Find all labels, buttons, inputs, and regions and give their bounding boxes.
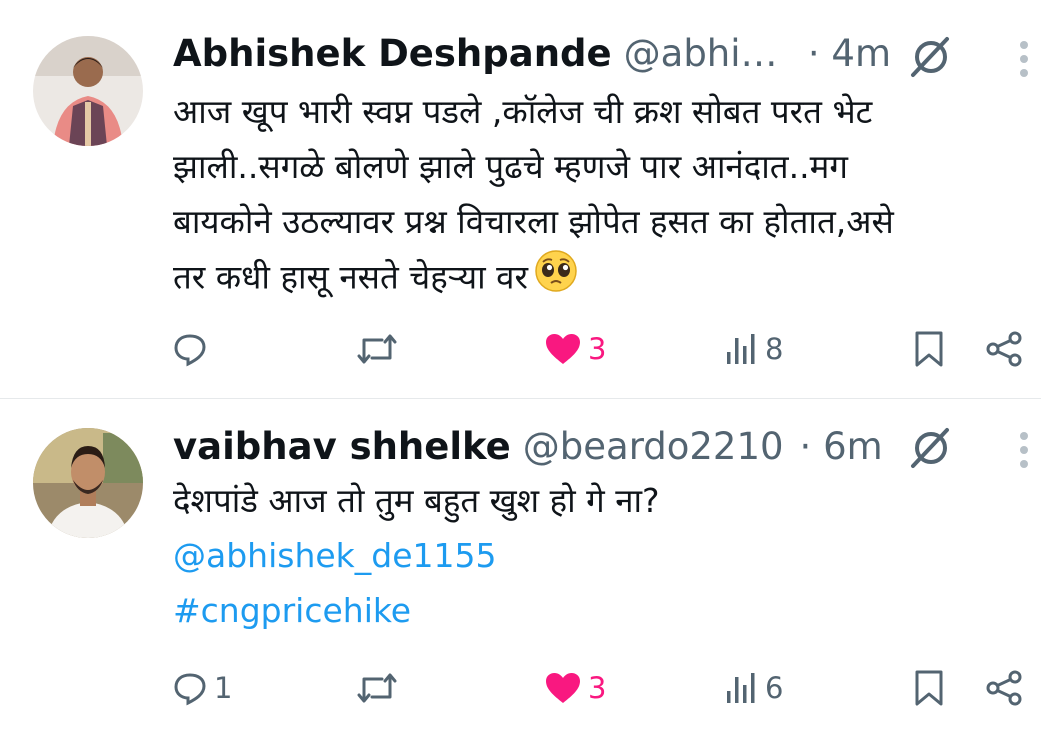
author-name[interactable]: vaibhav shhelke (173, 425, 511, 468)
bookmark-button[interactable] (911, 324, 947, 374)
view-count: 8 (765, 332, 784, 366)
retweet-icon (355, 670, 399, 706)
tweet[interactable]: vaibhav shhelke @beardo2210 · 6m देशपांड… (0, 399, 1041, 739)
tweet-text: आज खूप भारी स्वप्न पडले ,कॉलेज ची क्रश स… (173, 84, 1017, 309)
bookmark-icon (911, 669, 947, 707)
like-button[interactable]: 3 (544, 663, 606, 713)
author-handle[interactable]: @beardo2210 (523, 425, 784, 468)
views-button[interactable]: 6 (723, 663, 783, 713)
grok-icon[interactable] (907, 33, 955, 81)
views-button[interactable]: 8 (723, 324, 783, 374)
tweet-text-fragment: तर कधी हासू नसते चेहऱ्या वर (173, 257, 528, 297)
tweet-text-line: बायकोने उठल्यावर प्रश्न विचारला झोपेत हस… (173, 202, 894, 241)
author-name[interactable]: Abhishek Deshpande (173, 32, 612, 75)
grok-icon[interactable] (907, 424, 955, 472)
like-button[interactable]: 3 (544, 324, 606, 374)
hashtag-link[interactable]: #cngpricehike (173, 583, 1017, 638)
bookmark-button[interactable] (911, 663, 947, 713)
action-bar: 3 8 (0, 324, 1041, 374)
mention-link[interactable]: @abhishek_de1155 (173, 528, 1017, 583)
share-icon (985, 670, 1025, 706)
bookmark-icon (911, 330, 947, 368)
heart-icon (544, 332, 582, 366)
tweet-text-line: झाली..सगळे बोलणे झाले पुढचे म्हणजे पार आ… (173, 147, 848, 186)
author-handle[interactable]: @abhis… (624, 32, 792, 75)
avatar[interactable] (33, 428, 143, 538)
reply-icon (172, 670, 208, 706)
tweet-text: देशपांडे आज तो तुम बहुत खुश हो गे ना? @a… (173, 473, 1017, 638)
tweet-text-line: आज खूप भारी स्वप्न पडले ,कॉलेज ची क्रश स… (173, 92, 873, 131)
views-icon (723, 332, 759, 366)
share-button[interactable] (985, 663, 1025, 713)
tweet[interactable]: Abhishek Deshpande @abhis… · 4m आज खूप भ… (0, 0, 1041, 399)
avatar[interactable] (33, 36, 143, 146)
tweet-text-line: देशपांडे आज तो तुम बहुत खुश हो गे ना? (173, 481, 660, 520)
more-options-icon[interactable] (1016, 39, 1032, 79)
tweet-header: vaibhav shhelke @beardo2210 · 6m (173, 421, 891, 471)
tweet-text-line: तर कधी हासू नसते चेहऱ्या वर (173, 249, 1017, 309)
share-button[interactable] (985, 324, 1025, 374)
pleading-face-icon (534, 249, 578, 309)
retweet-button[interactable] (355, 324, 399, 374)
action-bar: 1 3 6 (0, 663, 1041, 713)
timestamp[interactable]: · 6m (800, 425, 883, 468)
reply-button[interactable] (172, 324, 214, 374)
retweet-button[interactable] (355, 663, 399, 713)
like-count: 3 (588, 332, 607, 366)
reply-icon (172, 331, 208, 367)
views-icon (723, 671, 759, 705)
like-count: 3 (588, 671, 607, 705)
heart-icon (544, 671, 582, 705)
reply-button[interactable]: 1 (172, 663, 232, 713)
timestamp[interactable]: · 4m (808, 32, 891, 75)
retweet-icon (355, 331, 399, 367)
share-icon (985, 331, 1025, 367)
more-options-icon[interactable] (1016, 430, 1032, 470)
tweet-header: Abhishek Deshpande @abhis… · 4m (173, 28, 891, 78)
reply-count: 1 (214, 671, 233, 705)
view-count: 6 (765, 671, 784, 705)
